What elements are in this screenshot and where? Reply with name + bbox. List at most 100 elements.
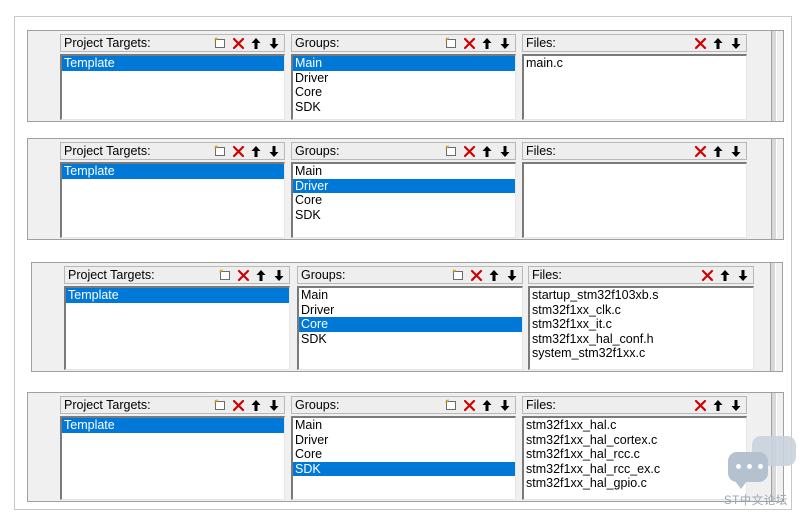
delete-button[interactable] xyxy=(699,268,715,282)
delete-button[interactable] xyxy=(692,36,708,50)
files-list[interactable]: stm32f1xx_hal.c stm32f1xx_hal_cortex.c stm… xyxy=(522,416,747,500)
targets-list[interactable]: Template xyxy=(60,162,285,238)
targets-list[interactable]: Template xyxy=(60,416,285,500)
move-up-button[interactable] xyxy=(248,36,264,50)
list-item[interactable]: stm32f1xx_hal.c xyxy=(524,418,746,433)
files-header: Files: xyxy=(522,396,747,414)
move-up-button[interactable] xyxy=(710,398,726,412)
files-section: Files: xyxy=(522,142,747,238)
list-item[interactable]: Core xyxy=(293,193,515,208)
delete-button[interactable] xyxy=(230,398,246,412)
list-item[interactable]: stm32f1xx_hal_rcc_ex.c xyxy=(524,462,746,477)
groups-label: Groups: xyxy=(295,144,340,158)
groups-list[interactable]: Main Driver Core SDK xyxy=(297,286,523,370)
files-list[interactable]: startup_stm32f103xb.s stm32f1xx_clk.c stm3… xyxy=(528,286,754,370)
list-item[interactable]: stm32f1xx_hal_cortex.c xyxy=(524,433,746,448)
move-down-button[interactable] xyxy=(728,36,744,50)
list-item[interactable]: Driver xyxy=(293,433,515,448)
targets-list[interactable]: Template xyxy=(60,54,285,120)
new-button[interactable] xyxy=(217,268,233,282)
move-down-button[interactable] xyxy=(266,398,282,412)
move-up-button[interactable] xyxy=(717,268,733,282)
targets-header: Project Targets: xyxy=(60,396,285,414)
list-item[interactable]: main.c xyxy=(524,56,746,71)
delete-button[interactable] xyxy=(692,398,708,412)
move-down-button[interactable] xyxy=(497,398,513,412)
list-item[interactable]: system_stm32f1xx.c xyxy=(530,346,753,361)
list-item[interactable]: Main xyxy=(293,418,515,433)
list-item[interactable]: stm32f1xx_it.c xyxy=(530,317,753,332)
list-item[interactable]: Main xyxy=(293,164,515,179)
delete-button[interactable] xyxy=(461,144,477,158)
list-item[interactable]: Template xyxy=(62,418,284,433)
list-item[interactable]: Template xyxy=(62,56,284,71)
delete-icon xyxy=(470,269,483,282)
move-down-button[interactable] xyxy=(266,144,282,158)
move-up-button[interactable] xyxy=(248,398,264,412)
groups-list[interactable]: Main Driver Core SDK xyxy=(291,162,516,238)
list-item[interactable]: stm32f1xx_hal_conf.h xyxy=(530,332,753,347)
delete-icon xyxy=(694,37,707,50)
list-item[interactable]: Driver xyxy=(299,303,522,318)
list-item[interactable]: Driver xyxy=(293,178,515,194)
delete-icon xyxy=(463,399,476,412)
list-item[interactable]: Driver xyxy=(293,71,515,86)
new-button[interactable] xyxy=(212,144,228,158)
list-item[interactable]: SDK xyxy=(293,461,515,477)
list-item[interactable]: stm32f1xx_hal_gpio.c xyxy=(524,476,746,491)
new-button[interactable] xyxy=(443,36,459,50)
move-down-button[interactable] xyxy=(728,144,744,158)
files-list[interactable] xyxy=(522,162,747,238)
files-label: Files: xyxy=(526,36,556,50)
list-item[interactable]: stm32f1xx_clk.c xyxy=(530,303,753,318)
move-down-button[interactable] xyxy=(728,398,744,412)
new-button[interactable] xyxy=(443,144,459,158)
list-item[interactable]: SDK xyxy=(299,332,522,347)
list-item[interactable]: Main xyxy=(293,56,515,71)
targets-list[interactable]: Template xyxy=(64,286,290,370)
list-item[interactable]: stm32f1xx_hal_rcc.c xyxy=(524,447,746,462)
list-item[interactable]: Template xyxy=(66,288,289,303)
delete-button[interactable] xyxy=(461,398,477,412)
groups-label: Groups: xyxy=(295,398,340,412)
new-button[interactable] xyxy=(450,268,466,282)
delete-button[interactable] xyxy=(230,36,246,50)
move-down-button[interactable] xyxy=(497,36,513,50)
delete-button[interactable] xyxy=(230,144,246,158)
groups-list[interactable]: Main Driver Core SDK xyxy=(291,416,516,500)
files-toolbar xyxy=(699,268,751,282)
move-up-button[interactable] xyxy=(710,144,726,158)
new-button[interactable] xyxy=(212,36,228,50)
files-list[interactable]: main.c xyxy=(522,54,747,120)
list-item[interactable]: SDK xyxy=(293,208,515,223)
list-item[interactable]: Core xyxy=(293,447,515,462)
new-button[interactable] xyxy=(443,398,459,412)
groups-section: Groups: Main Driver Core SDK xyxy=(297,266,523,370)
list-item[interactable]: Core xyxy=(299,317,522,332)
list-item[interactable]: Template xyxy=(62,164,284,179)
move-up-button[interactable] xyxy=(486,268,502,282)
new-button[interactable] xyxy=(212,398,228,412)
list-item[interactable]: Main xyxy=(299,288,522,303)
move-down-button[interactable] xyxy=(504,268,520,282)
move-up-button[interactable] xyxy=(248,144,264,158)
groups-list[interactable]: Main Driver Core SDK xyxy=(291,54,516,120)
delete-button[interactable] xyxy=(692,144,708,158)
move-down-button[interactable] xyxy=(266,36,282,50)
move-down-button[interactable] xyxy=(271,268,287,282)
groups-label: Groups: xyxy=(295,36,340,50)
move-up-button[interactable] xyxy=(479,36,495,50)
move-up-button[interactable] xyxy=(479,398,495,412)
delete-button[interactable] xyxy=(235,268,251,282)
move-up-button[interactable] xyxy=(710,36,726,50)
list-item[interactable]: startup_stm32f103xb.s xyxy=(530,288,753,303)
list-item[interactable]: SDK xyxy=(293,100,515,115)
new-item-icon xyxy=(445,37,457,49)
move-down-button[interactable] xyxy=(497,144,513,158)
delete-button[interactable] xyxy=(468,268,484,282)
list-item[interactable]: Core xyxy=(293,85,515,100)
move-up-button[interactable] xyxy=(253,268,269,282)
delete-button[interactable] xyxy=(461,36,477,50)
move-up-button[interactable] xyxy=(479,144,495,158)
move-down-button[interactable] xyxy=(735,268,751,282)
